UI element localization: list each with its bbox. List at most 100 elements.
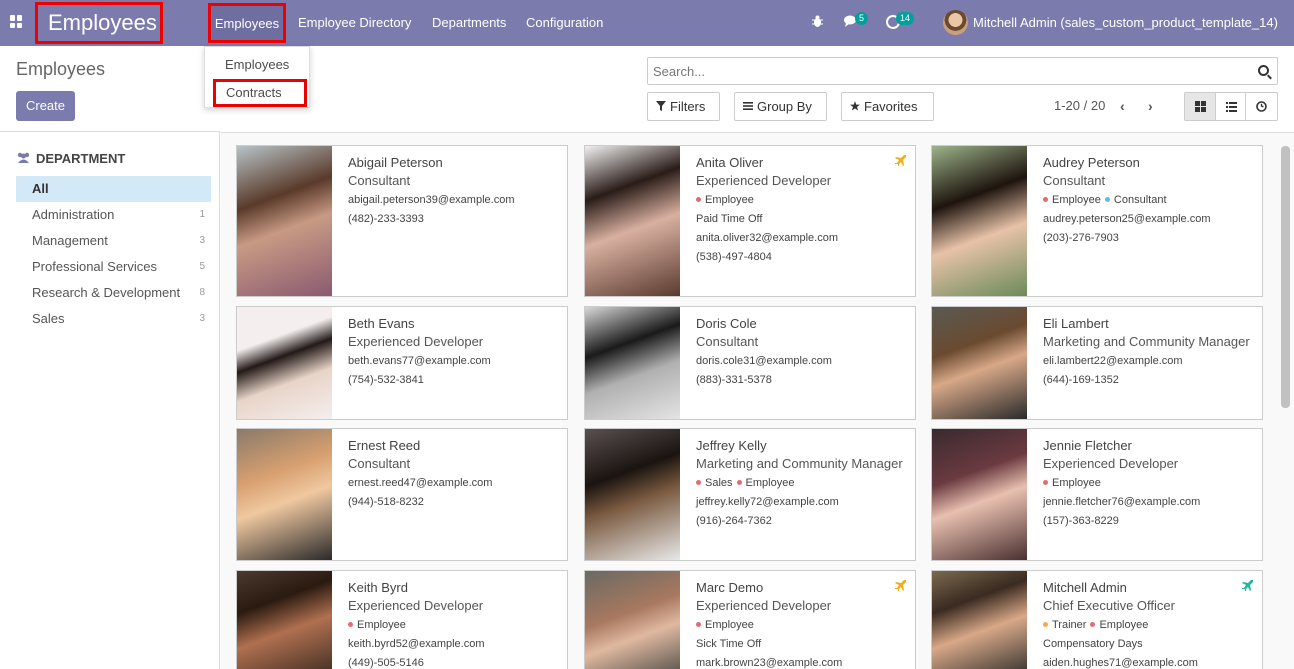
menu-employee-directory[interactable]: Employee Directory xyxy=(298,0,411,46)
employees-dropdown-menu: Employees Contracts xyxy=(204,46,310,108)
sidebar-item-all[interactable]: All xyxy=(16,176,211,202)
filters-label: Filters xyxy=(670,99,706,114)
apps-menu-icon[interactable] xyxy=(10,15,23,28)
employee-tag: Employee xyxy=(1090,619,1148,631)
sidebar-title: DEPARTMENT xyxy=(36,151,126,166)
tag-color-dot xyxy=(696,197,701,202)
tag-color-dot xyxy=(1043,197,1048,202)
group-by-button[interactable]: Group By xyxy=(734,92,827,121)
employee-job-title: Experienced Developer xyxy=(348,598,484,613)
employee-card[interactable]: Anita Oliver Experienced Developer Employe… xyxy=(584,145,916,297)
tag-label: Employee xyxy=(1052,194,1101,206)
employee-card[interactable]: Doris Cole Consultant doris.cole31@example… xyxy=(584,306,916,420)
menu-configuration[interactable]: Configuration xyxy=(526,0,603,46)
sidebar-item-count: 3 xyxy=(199,313,205,324)
sidebar-item-count: 1 xyxy=(199,209,205,220)
tag-color-dot xyxy=(1104,197,1110,202)
employee-job-title: Chief Executive Officer xyxy=(1043,598,1175,613)
dropdown-item-contracts[interactable]: Contracts xyxy=(213,79,307,107)
employee-card[interactable]: Mitchell Admin Chief Executive Officer Tra… xyxy=(931,570,1263,669)
sidebar-item-research-development[interactable]: Research & Development 8 xyxy=(16,280,211,306)
pager-value[interactable]: 1-20 / 20 xyxy=(1054,98,1105,113)
user-menu[interactable]: Mitchell Admin (sales_custom_product_tem… xyxy=(973,0,1278,46)
sidebar-item-label: Management xyxy=(32,233,108,248)
employee-card[interactable]: Audrey Peterson Consultant Employee Consult… xyxy=(931,145,1263,297)
employee-photo xyxy=(237,571,332,669)
pager-next-icon[interactable]: › xyxy=(1148,98,1153,114)
employee-email: aiden.hughes71@example.com xyxy=(1043,657,1198,669)
employee-email: audrey.peterson25@example.com xyxy=(1043,213,1211,225)
dropdown-item-employees[interactable]: Employees xyxy=(225,57,329,72)
sidebar-item-management[interactable]: Management 3 xyxy=(16,228,211,254)
tag-label: Employee xyxy=(357,619,406,631)
employee-email: eli.lambert22@example.com xyxy=(1043,355,1183,367)
employee-name: Marc Demo xyxy=(696,580,764,595)
pager-previous-icon[interactable]: ‹ xyxy=(1120,98,1125,114)
app-title[interactable]: Employees xyxy=(35,2,163,44)
employee-email: abigail.peterson39@example.com xyxy=(348,194,515,206)
filters-button[interactable]: Filters xyxy=(647,92,720,121)
employee-tag: Sales xyxy=(696,477,733,489)
list-view-button[interactable] xyxy=(1216,93,1247,120)
employee-tags: Employee xyxy=(696,619,758,631)
employee-card[interactable]: Keith Byrd Experienced Developer Employee k… xyxy=(236,570,568,669)
employee-job-title: Consultant xyxy=(348,456,411,471)
employee-photo xyxy=(237,307,332,419)
time-off-plane-icon xyxy=(895,580,906,591)
employee-card[interactable]: Jeffrey Kelly Marketing and Community Man… xyxy=(584,428,916,561)
employee-phone: (203)-276-7903 xyxy=(1043,232,1119,244)
activity-view-button[interactable] xyxy=(1246,93,1277,120)
employee-card[interactable]: Marc Demo Experienced Developer Employee Si… xyxy=(584,570,916,669)
employee-tag: Employee xyxy=(1043,194,1101,206)
user-avatar[interactable] xyxy=(943,10,968,35)
employee-phone: (883)-331-5378 xyxy=(696,374,772,386)
menu-employees[interactable]: Employees xyxy=(208,3,286,43)
employee-name: Keith Byrd xyxy=(348,580,408,595)
tag-color-dot xyxy=(736,480,742,485)
tag-label: Employee xyxy=(1052,477,1101,489)
employee-name: Jeffrey Kelly xyxy=(696,438,767,453)
page-title: Employees xyxy=(16,59,106,79)
favorites-button[interactable]: Favorites xyxy=(841,92,934,121)
employee-email: anita.oliver32@example.com xyxy=(696,232,839,244)
employee-name: Mitchell Admin xyxy=(1043,580,1127,595)
employee-card[interactable]: Eli Lambert Marketing and Community Manag… xyxy=(931,306,1263,420)
employee-tags: Employee xyxy=(348,619,410,631)
tag-color-dot xyxy=(696,622,701,627)
time-off-plane-icon xyxy=(895,155,906,166)
sidebar-item-sales[interactable]: Sales 3 xyxy=(16,306,211,332)
employee-tag: Employee xyxy=(696,619,754,631)
search-icon[interactable] xyxy=(1258,65,1269,76)
employee-email: doris.cole31@example.com xyxy=(696,355,832,367)
kanban-view-button[interactable] xyxy=(1185,93,1216,120)
employee-card[interactable]: Abigail Peterson Consultant abigail.peters… xyxy=(236,145,568,297)
employee-tag: Employee xyxy=(1043,477,1101,489)
activity-count-badge: 14 xyxy=(896,12,915,25)
search-input[interactable] xyxy=(648,58,1238,84)
menu-departments[interactable]: Departments xyxy=(432,0,506,46)
employee-photo xyxy=(932,307,1027,419)
sidebar-item-professional-services[interactable]: Professional Services 5 xyxy=(16,254,211,280)
employee-card[interactable]: Jennie Fletcher Experienced Developer Empl… xyxy=(931,428,1263,561)
tag-label: Employee xyxy=(705,194,754,206)
time-off-status: Sick Time Off xyxy=(696,638,762,650)
employee-name: Jennie Fletcher xyxy=(1043,438,1132,453)
employee-tags: Employee Consultant xyxy=(1043,194,1171,206)
list-icon xyxy=(1225,102,1237,112)
create-button[interactable]: Create xyxy=(16,91,75,121)
clock-icon xyxy=(1256,101,1268,112)
sidebar-item-label: All xyxy=(32,181,49,196)
list-bars-icon xyxy=(743,102,753,110)
employee-card[interactable]: Ernest Reed Consultant ernest.reed47@examp… xyxy=(236,428,568,561)
employee-job-title: Consultant xyxy=(348,173,411,188)
employee-phone: (644)-169-1352 xyxy=(1043,374,1119,386)
employee-card[interactable]: Beth Evans Experienced Developer beth.evan… xyxy=(236,306,568,420)
debug-bug-icon[interactable] xyxy=(812,15,823,28)
sidebar-item-administration[interactable]: Administration 1 xyxy=(16,202,211,228)
tag-label: Trainer xyxy=(1052,619,1087,631)
employee-photo xyxy=(932,146,1027,296)
employee-tag: Employee xyxy=(736,477,794,489)
scroll-thumb[interactable] xyxy=(1281,146,1290,408)
group-by-label: Group By xyxy=(757,99,812,114)
kanban-scrollbar[interactable] xyxy=(1281,144,1290,669)
